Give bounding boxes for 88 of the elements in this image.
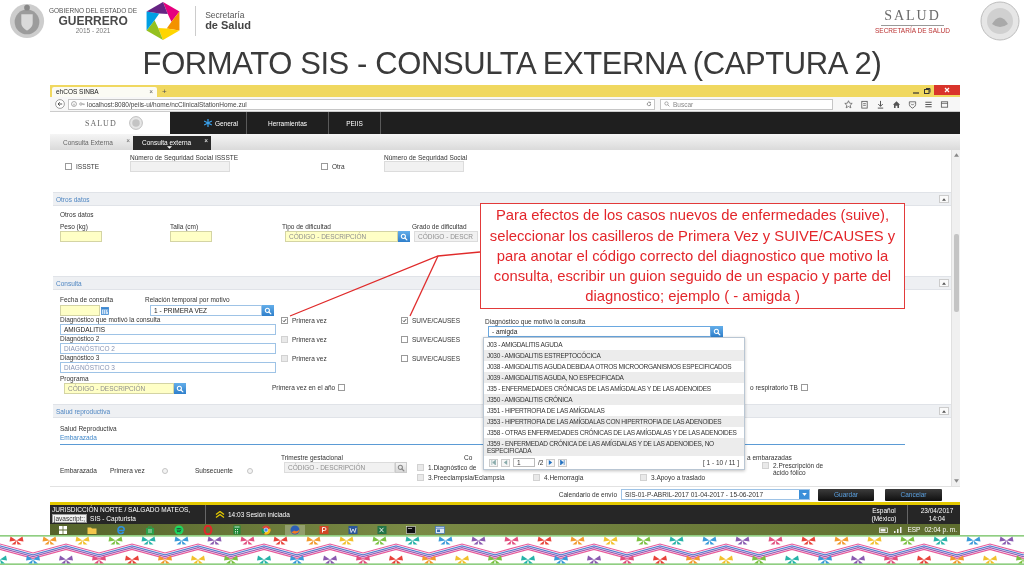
input-field[interactable]	[60, 231, 102, 242]
collapse-button[interactable]	[939, 195, 949, 203]
collapse-button[interactable]	[939, 279, 949, 287]
first-page-button[interactable]	[489, 458, 498, 467]
globe-icon[interactable]	[290, 524, 300, 535]
back-icon[interactable]	[55, 99, 65, 109]
checkbox[interactable]	[401, 317, 408, 324]
slide-title: FORMATO SIS - CONSULTA EXTERNA (CAPTURA 2)	[141, 45, 883, 83]
search-icon	[176, 384, 184, 393]
caret-icon	[942, 281, 946, 285]
emblem-icon	[8, 2, 46, 40]
search-icon	[397, 463, 405, 472]
calendar-icon[interactable]	[101, 306, 109, 315]
e-letter-icon[interactable]	[116, 524, 126, 535]
checkbox[interactable]	[321, 163, 328, 170]
spreadsheet-icon[interactable]	[377, 524, 387, 535]
caret-icon	[942, 197, 946, 201]
skip-first-icon	[491, 460, 496, 465]
checkbox[interactable]	[338, 384, 346, 391]
next-page-button[interactable]	[546, 458, 556, 467]
reload-icon[interactable]	[646, 101, 652, 107]
checkbox[interactable]	[401, 336, 408, 343]
date-field[interactable]	[60, 305, 100, 316]
terminal-icon[interactable]	[406, 524, 416, 535]
scrollbar-thumb[interactable]	[953, 234, 959, 312]
home-icon[interactable]	[892, 99, 901, 109]
window-icon[interactable]	[940, 99, 949, 109]
checkbox[interactable]	[800, 384, 808, 391]
seal-icon	[980, 1, 1020, 41]
clipboard-icon[interactable]	[860, 99, 869, 109]
input-field[interactable]	[170, 231, 212, 242]
restore-icon[interactable]	[923, 87, 931, 95]
circle-segments-icon[interactable]	[261, 524, 271, 535]
download-icon[interactable]	[876, 99, 885, 109]
windows-logo-icon[interactable]	[58, 524, 68, 535]
logo-text: SALUD	[881, 8, 944, 26]
network-icon[interactable]	[893, 524, 904, 535]
triangle-right-icon	[548, 460, 554, 465]
checkbox[interactable]	[401, 355, 408, 362]
scroll-up-icon[interactable]	[953, 153, 959, 157]
search-icon	[400, 232, 408, 241]
checkbox[interactable]	[281, 317, 288, 324]
search-button[interactable]	[395, 462, 407, 473]
search-button[interactable]	[398, 231, 410, 242]
window-icon[interactable]	[435, 524, 445, 535]
checkbox[interactable]	[65, 163, 72, 170]
menu-icon[interactable]	[924, 99, 933, 109]
search-button[interactable]	[711, 326, 723, 337]
search-icon	[264, 306, 272, 315]
input-field[interactable]	[130, 161, 230, 172]
star-icon[interactable]	[844, 99, 853, 109]
skip-last-icon	[560, 460, 566, 465]
scrollbar[interactable]	[951, 150, 960, 486]
dropdown-button[interactable]	[799, 490, 809, 499]
callout-text: Para efectos de los casos nuevos de enfermedades (suive), seleccionar los casilleros de Primera Vez y SUIVE/CAUSES y para anotar el código correcto del diagnostico que motivo la consulta, escribir un guion seguido de un espacio y parte del diagnostico; ejemplo ( - amigda )	[488, 206, 897, 307]
calculator-icon[interactable]	[232, 524, 242, 535]
logo-text: GUERRERO	[58, 15, 128, 27]
logo-text: Secretaría	[205, 10, 246, 20]
presentation-icon[interactable]	[319, 524, 329, 535]
new-tab-button[interactable]: +	[162, 87, 167, 97]
caret-icon	[801, 493, 807, 496]
scroll-down-icon[interactable]	[953, 479, 959, 483]
close-button[interactable]	[934, 85, 960, 95]
shopping-bag-icon[interactable]	[145, 524, 155, 535]
document-icon[interactable]	[348, 524, 358, 535]
triangle-left-icon	[503, 460, 508, 465]
logo-text: de Salud	[205, 19, 251, 32]
seal-icon	[128, 116, 143, 130]
search-icon	[664, 101, 670, 107]
key-icon[interactable]	[79, 101, 85, 107]
caret-icon	[942, 409, 946, 413]
close-icon[interactable]	[943, 86, 951, 94]
asterisk-icon	[203, 119, 212, 127]
double-chevron-icon	[215, 511, 225, 518]
info-icon[interactable]	[71, 101, 77, 107]
search-button[interactable]	[174, 383, 186, 394]
battery-icon[interactable]	[879, 524, 890, 535]
last-page-button[interactable]	[558, 458, 568, 467]
search-button[interactable]	[262, 305, 274, 316]
previous-page-button[interactable]	[501, 458, 510, 467]
logo-text: SALUD	[85, 118, 117, 128]
search-icon	[713, 327, 721, 336]
sound-waves-icon[interactable]	[174, 524, 184, 535]
radio-button[interactable]	[162, 467, 168, 474]
input-field[interactable]	[384, 161, 464, 172]
radio-button[interactable]	[247, 467, 253, 474]
shield-icon[interactable]	[908, 99, 917, 109]
collapse-button[interactable]	[939, 407, 949, 415]
